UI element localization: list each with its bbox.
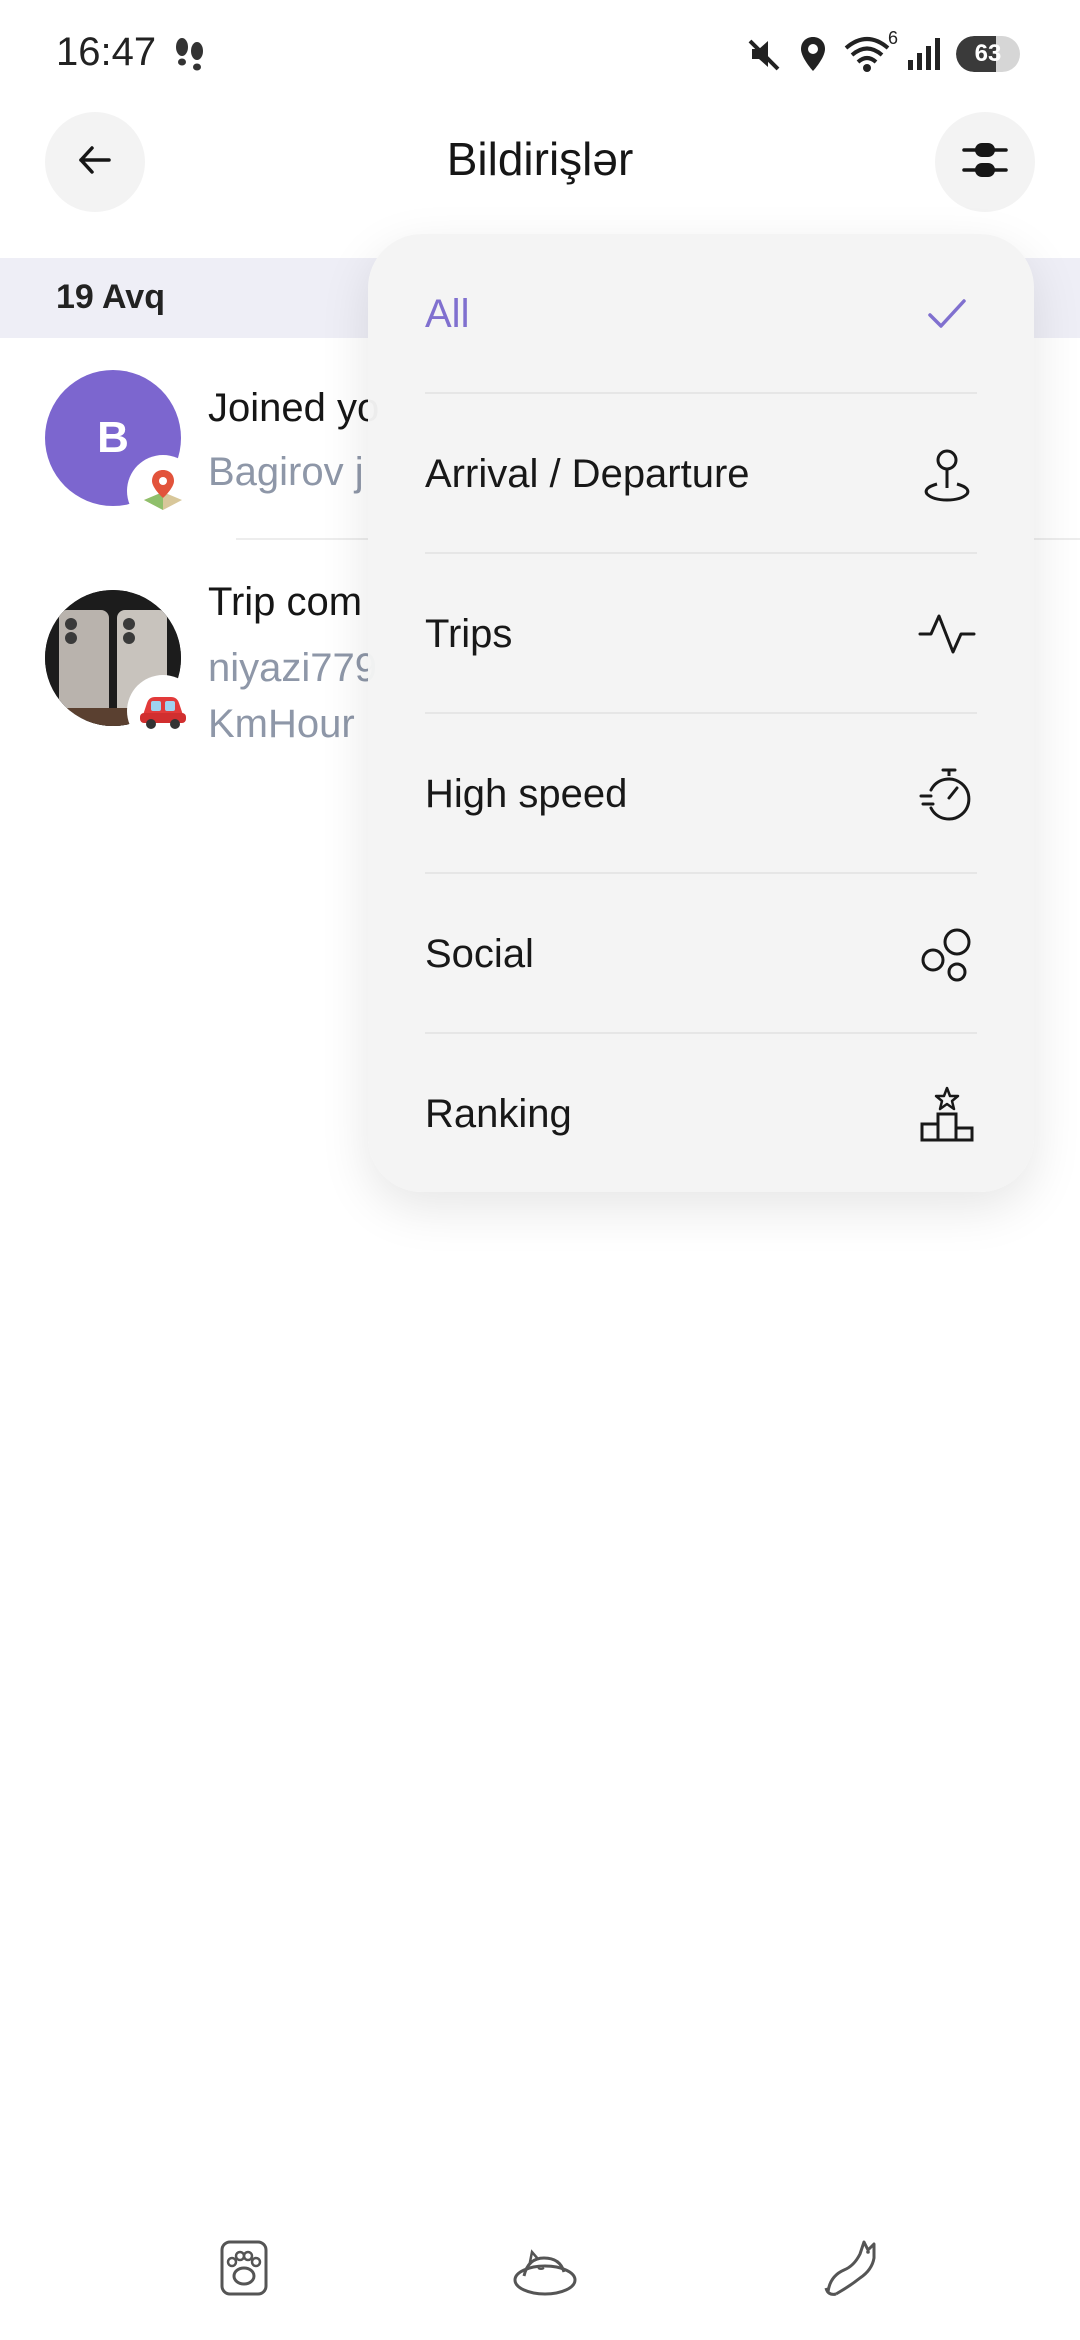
filter-item-social[interactable]: Social (425, 874, 977, 1034)
wifi-icon: 6 (842, 28, 898, 74)
filter-button[interactable] (935, 112, 1035, 212)
location-icon (798, 35, 828, 73)
filter-item-ranking[interactable]: Ranking (425, 1034, 977, 1192)
notification-subtitle: Bagirov j (208, 450, 364, 494)
check-icon (917, 284, 977, 344)
status-icons: 6 63 (746, 28, 1020, 76)
network-badge: 6 (887, 28, 898, 48)
nav-item-jumping-cat[interactable] (812, 2230, 892, 2310)
paw-icon (216, 2238, 272, 2303)
filter-item-label: Trips (425, 611, 513, 656)
bubbles-icon (917, 924, 977, 984)
steps-icon (170, 34, 210, 74)
nav-item-sleeping-cat[interactable] (505, 2230, 585, 2310)
notification-subtitle: niyazi779 (208, 646, 378, 690)
filter-item-arrival-departure[interactable]: Arrival / Departure (425, 394, 977, 554)
notification-title: Joined yo (208, 386, 380, 430)
stopwatch-icon (917, 764, 977, 824)
filter-item-high-speed[interactable]: High speed (425, 714, 977, 874)
status-time: 16:47 (56, 30, 157, 74)
red-car-icon (130, 678, 196, 744)
avatar-letter: B (97, 413, 129, 462)
filter-sliders-icon (960, 138, 1010, 187)
date-label: 19 Avq (56, 278, 165, 316)
filter-item-label: Arrival / Departure (425, 451, 750, 496)
map-pin-icon (130, 458, 196, 524)
signal-icon (906, 36, 942, 72)
filter-item-label: All (425, 291, 470, 336)
jumping-cat-icon (820, 2236, 884, 2305)
podium-icon (917, 1084, 977, 1144)
filter-item-all[interactable]: All (425, 234, 977, 394)
battery-level: 63 (974, 40, 1002, 67)
filter-item-label: Social (425, 931, 534, 976)
mute-icon (746, 35, 784, 73)
battery-icon: 63 (956, 36, 1020, 72)
filter-dropdown: All Arrival / Departure Trips High speed (368, 234, 1034, 1192)
nav-item-paw[interactable] (204, 2230, 284, 2310)
sleeping-cat-icon (510, 2238, 580, 2303)
notification-title: Trip com (208, 580, 363, 624)
location-pin-icon (917, 444, 977, 504)
filter-item-label: Ranking (425, 1091, 572, 1136)
status-bar: 16:47 6 63 (0, 0, 1080, 110)
filter-item-trips[interactable]: Trips (425, 554, 977, 714)
notification-subtitle-line2: KmHour (208, 702, 355, 746)
page-title: Bildirişlər (446, 133, 634, 185)
pulse-icon (917, 604, 977, 664)
filter-item-label: High speed (425, 771, 628, 816)
bottom-nav (0, 2230, 1080, 2340)
